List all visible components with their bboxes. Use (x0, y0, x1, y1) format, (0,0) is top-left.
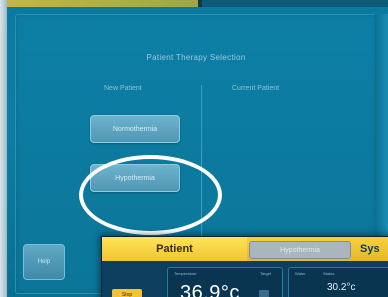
left-bezel (0, 0, 7, 297)
tab-system[interactable]: Sys (360, 237, 380, 261)
highlight-circle-annotation (79, 155, 222, 235)
top-progress-bar (7, 0, 388, 7)
status-label: Status (323, 271, 335, 276)
stop-button[interactable]: Stop (112, 289, 142, 297)
tab-patient[interactable]: Patient (102, 237, 247, 261)
normothermia-button[interactable]: Normothermia (90, 115, 180, 143)
target-label: Target (260, 271, 272, 276)
therapy-selection-screen: Patient Therapy Selection New Patient Cu… (0, 0, 388, 297)
new-patient-heading: New Patient (104, 85, 142, 92)
help-button[interactable]: Help (23, 244, 65, 280)
inset-tab-bar: Patient Hypothermia Sys (102, 237, 388, 261)
progress-fill (7, 0, 198, 7)
current-patient-heading: Current Patient (232, 85, 280, 92)
right-edge-shade (375, 14, 388, 244)
tab-hypothermia[interactable]: Hypothermia (249, 241, 351, 259)
patient-temperature-panel: Temperature Target 36.9°c (167, 267, 283, 297)
water-temperature-panel: Water Status 30.2°c (288, 267, 388, 297)
temperature-value: 36.9°c (180, 282, 240, 297)
page-title: Patient Therapy Selection (146, 53, 246, 62)
temperature-label: Temperature (174, 271, 197, 276)
inset-patient-screen: Patient Hypothermia Sys Stop Temperature… (101, 236, 388, 297)
progress-marker (197, 0, 202, 7)
target-badge-icon (259, 290, 269, 297)
water-temperature-value: 30.2°c (327, 282, 356, 293)
water-label: Water (295, 271, 306, 276)
